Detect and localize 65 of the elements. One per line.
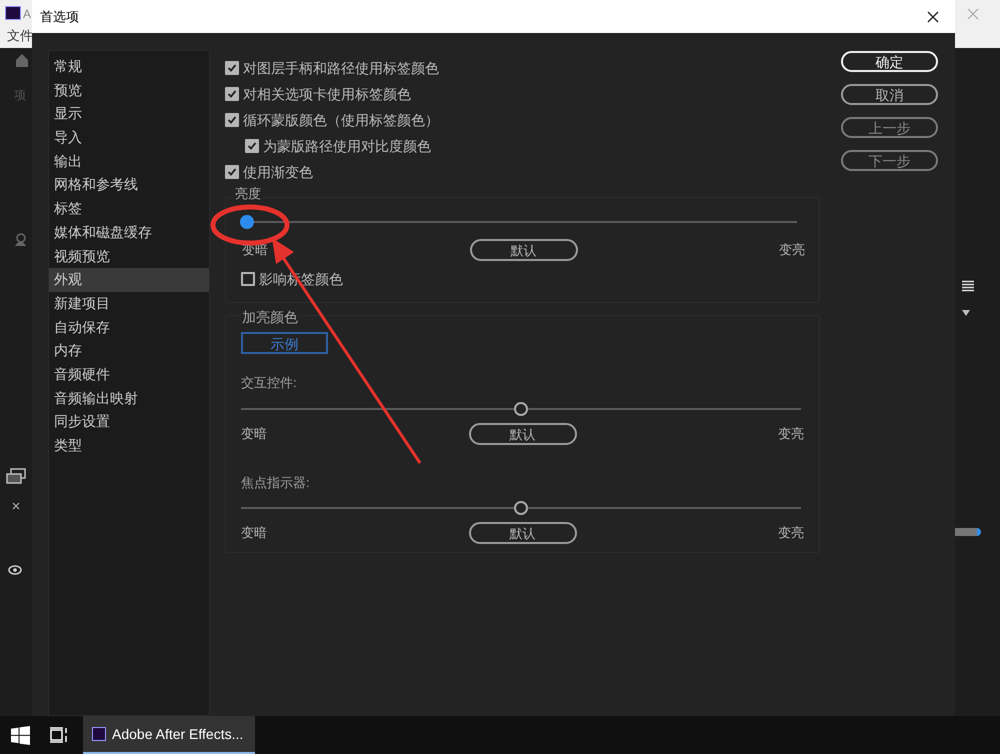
- composition-icon[interactable]: [6, 468, 26, 484]
- home-icon[interactable]: [14, 52, 30, 68]
- section-title: 亮度: [234, 186, 262, 201]
- max-label: 变亮: [778, 241, 805, 260]
- panel-title: 项: [14, 87, 26, 104]
- windows-start-icon[interactable]: [11, 726, 30, 744]
- category-item[interactable]: 视频预览: [49, 244, 209, 268]
- checkbox-label: 为蒙版路径使用对比度颜色: [263, 137, 431, 155]
- category-item[interactable]: 新建项目: [49, 292, 209, 316]
- after-effects-icon: [92, 727, 106, 741]
- checkbox-label: 对相关选项卡使用标签颜色: [243, 85, 411, 103]
- min-label: 变暗: [241, 424, 268, 443]
- dropdown-icon[interactable]: [962, 310, 970, 316]
- eye-icon[interactable]: [8, 565, 22, 575]
- app-icon: [5, 6, 21, 20]
- checkbox[interactable]: [225, 61, 239, 75]
- category-item[interactable]: 类型: [49, 434, 209, 458]
- category-item[interactable]: 输出: [49, 150, 209, 174]
- checkbox-label: 对图层手柄和路径使用标签颜色: [243, 59, 439, 77]
- max-label: 变亮: [777, 424, 804, 443]
- category-item[interactable]: 网格和参考线: [49, 173, 209, 198]
- max-label: 变亮: [777, 524, 804, 542]
- close-icon[interactable]: [12, 502, 20, 510]
- slider-thumb[interactable]: [240, 215, 254, 229]
- close-icon[interactable]: [927, 10, 939, 22]
- checkbox[interactable]: [225, 165, 239, 179]
- slider-track[interactable]: [240, 215, 797, 229]
- category-item[interactable]: 内存: [49, 339, 209, 363]
- task-view-icon[interactable]: [50, 727, 69, 743]
- category-item[interactable]: 音频硬件: [49, 362, 209, 387]
- checkbox[interactable]: [245, 139, 259, 153]
- category-item[interactable]: 自动保存: [49, 316, 209, 340]
- category-item[interactable]: 显示: [49, 102, 209, 126]
- checkbox[interactable]: [241, 272, 255, 286]
- default-button[interactable]: 默认: [468, 522, 576, 544]
- dialog-button[interactable]: 确定: [841, 51, 938, 72]
- scrollbar-thumb[interactable]: [955, 528, 981, 536]
- checkbox-label: 使用渐变色: [243, 163, 313, 181]
- taskbar-app-button[interactable]: Adobe After Effects...: [83, 716, 255, 754]
- category-item[interactable]: 媒体和磁盘缓存: [49, 220, 209, 244]
- category-item[interactable]: 预览: [49, 78, 209, 102]
- slider-label: 焦点指示器:: [241, 474, 311, 492]
- checkbox[interactable]: [225, 87, 239, 101]
- sample-button[interactable]: 示例: [241, 332, 328, 354]
- default-button[interactable]: 默认: [470, 239, 578, 261]
- slider-label: 交互控件:: [241, 374, 298, 392]
- slider-thumb[interactable]: [514, 501, 528, 515]
- slider-track[interactable]: [241, 501, 801, 515]
- window-title: 首选项: [40, 8, 79, 26]
- app-title: A: [23, 6, 32, 23]
- slider-thumb[interactable]: [514, 402, 528, 416]
- category-item[interactable]: 常规: [49, 55, 209, 79]
- menu-icon[interactable]: [962, 280, 974, 292]
- checkbox[interactable]: [225, 113, 239, 127]
- category-item[interactable]: 导入: [49, 126, 209, 150]
- category-item[interactable]: 音频输出映射: [49, 386, 209, 410]
- slider-track[interactable]: [241, 402, 801, 416]
- min-label: 变暗: [241, 524, 268, 542]
- app-title-bar: [955, 0, 1000, 48]
- default-button[interactable]: 默认: [468, 422, 576, 444]
- category-item[interactable]: 同步设置: [49, 410, 209, 434]
- checkbox-label: 循环蒙版颜色（使用标签颜色）: [243, 111, 439, 129]
- dialog-button[interactable]: 取消: [841, 84, 938, 105]
- category-item[interactable]: 外观: [49, 268, 209, 292]
- category-item[interactable]: 标签: [49, 197, 209, 221]
